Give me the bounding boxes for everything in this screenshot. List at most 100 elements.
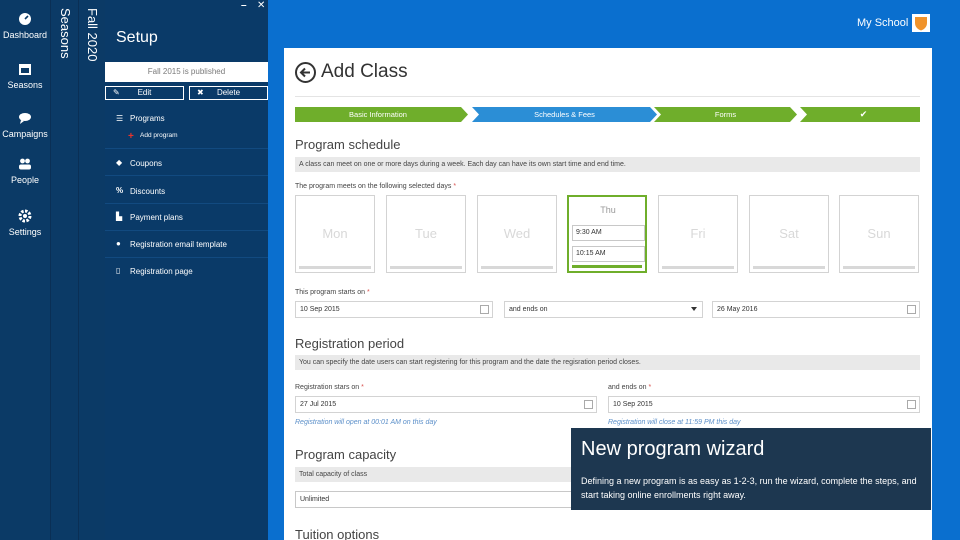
plus-icon: + <box>128 131 134 142</box>
nav-people[interactable]: People <box>0 157 50 185</box>
bookmark-icon: ▯ <box>116 266 121 275</box>
day-sun[interactable]: Sun <box>839 195 919 273</box>
shield-icon <box>915 17 927 31</box>
day-wed-bar <box>481 266 553 269</box>
school-name[interactable]: My School <box>857 17 908 29</box>
day-thu-bar <box>572 265 642 268</box>
setup-title: Setup <box>116 29 158 46</box>
day-fri-bar <box>662 266 734 269</box>
icon-rail: Dashboard Seasons Campaigns People Setti… <box>0 0 50 540</box>
day-tue-bar <box>390 266 462 269</box>
day-mon[interactable]: Mon <box>295 195 375 273</box>
minimize-icon[interactable]: – <box>241 0 247 11</box>
setup-panel: – ✕ Setup Fall 2015 is published ✎ Edit … <box>105 0 268 540</box>
menu-registration-page[interactable]: ▯ Registration page <box>105 258 268 284</box>
fall-column[interactable]: Fall 2020 <box>78 0 105 540</box>
nav-settings[interactable]: Settings <box>0 209 50 237</box>
edit-button[interactable]: ✎ Edit <box>105 86 184 100</box>
people-icon <box>19 158 31 170</box>
wizard-steps: Basic Information Schedules & Fees Forms… <box>295 107 920 122</box>
fall-column-label: Fall 2020 <box>85 8 100 62</box>
edit-button-label: Edit <box>137 88 152 97</box>
x-icon: ✖ <box>197 88 204 97</box>
nav-dashboard-label: Dashboard <box>2 30 48 40</box>
nav-seasons[interactable]: Seasons <box>0 62 50 90</box>
day-fri[interactable]: Fri <box>658 195 738 273</box>
registration-end-date-input[interactable]: 10 Sep 2015 <box>608 396 920 413</box>
percent-icon: % <box>116 186 124 195</box>
delete-button[interactable]: ✖ Delete <box>189 86 268 100</box>
required-marker: * <box>366 289 370 296</box>
day-mon-bar <box>299 266 371 269</box>
program-end-date-input[interactable]: 26 May 2016 <box>712 301 920 318</box>
add-program-link[interactable]: Add program <box>140 132 178 139</box>
seasons-column-label: Seasons <box>58 8 73 59</box>
menu-discounts[interactable]: % Discounts <box>105 176 268 204</box>
registration-ends-label: and ends on * <box>608 384 652 391</box>
tag-icon: ◆ <box>116 158 123 167</box>
nav-campaigns[interactable]: Campaigns <box>0 111 50 139</box>
menu-registration-email[interactable]: ● Registration email template <box>105 231 268 258</box>
required-marker: * <box>361 384 364 391</box>
menu-discounts-label: Discounts <box>130 187 166 196</box>
capacity-input[interactable]: Unlimited <box>295 491 585 508</box>
calendar-icon[interactable] <box>907 400 916 409</box>
required-marker: * <box>648 384 652 391</box>
wizard-tooltip-body: Defining a new program is as easy as 1-2… <box>581 476 917 500</box>
tuition-options-heading: Tuition options <box>295 527 380 540</box>
page-title: Add Class <box>321 61 408 82</box>
program-schedule-note: A class can meet on one or more days dur… <box>295 157 920 172</box>
registration-period-note: You can specify the date users can start… <box>295 355 920 370</box>
calendar-icon[interactable] <box>584 400 593 409</box>
day-tue[interactable]: Tue <box>386 195 466 273</box>
nav-settings-label: Settings <box>8 227 42 237</box>
setup-panel-controls: – ✕ <box>105 0 268 12</box>
menu-programs-label: Programs <box>130 114 165 123</box>
program-start-date-input[interactable]: 10 Sep 2015 <box>295 301 493 318</box>
day-wed-label: Wed <box>503 226 531 241</box>
day-thu[interactable]: Thu 9:30 AM 10:15 AM <box>567 195 647 273</box>
step-schedules-fees[interactable]: Schedules & Fees <box>479 107 650 122</box>
day-fri-label: Fri <box>690 226 706 241</box>
days-label: The program meets on the following selec… <box>295 183 457 190</box>
dashboard-icon <box>19 13 31 25</box>
menu-payment-plans[interactable]: ▙ Payment plans <box>105 204 268 231</box>
program-starts-label: This program starts on * <box>295 289 370 296</box>
menu-programs[interactable]: ☰ Programs + Add program <box>105 112 268 149</box>
gear-icon <box>18 209 32 223</box>
calendar-icon[interactable] <box>907 305 916 314</box>
registration-start-date-input[interactable]: 27 Jul 2015 <box>295 396 597 413</box>
nav-dashboard[interactable]: Dashboard <box>0 12 50 40</box>
nav-campaigns-label: Campaigns <box>2 129 48 139</box>
school-logo[interactable] <box>912 14 930 32</box>
calendar-icon[interactable] <box>480 305 489 314</box>
bank-icon: ▙ <box>116 212 123 221</box>
day-thu-label: Thu <box>600 205 616 215</box>
seasons-column[interactable]: Seasons <box>50 0 78 540</box>
pencil-icon: ✎ <box>113 88 120 97</box>
day-wed[interactable]: Wed <box>477 195 557 273</box>
calendar-icon <box>19 64 31 75</box>
ends-on-select[interactable]: and ends on <box>504 301 703 318</box>
day-mon-label: Mon <box>322 226 348 241</box>
wizard-tooltip-title: New program wizard <box>581 438 765 460</box>
menu-coupons-label: Coupons <box>130 159 163 168</box>
thu-start-time[interactable]: 9:30 AM <box>572 225 645 241</box>
program-schedule-heading: Program schedule <box>295 137 401 152</box>
published-status: Fall 2015 is published <box>105 62 268 82</box>
registration-close-hint: Registration will close at 11:59 PM this… <box>608 419 741 426</box>
day-sat[interactable]: Sat <box>749 195 829 273</box>
chevron-down-icon <box>691 307 697 311</box>
thu-end-time[interactable]: 10:15 AM <box>572 246 645 262</box>
chat-icon <box>19 113 31 124</box>
step-basic-information[interactable]: Basic Information <box>295 107 461 122</box>
wizard-tooltip[interactable]: New program wizard Defining a new progra… <box>571 428 931 510</box>
step-forms[interactable]: Forms <box>661 107 790 122</box>
close-icon[interactable]: ✕ <box>257 0 265 11</box>
day-sun-label: Sun <box>867 226 891 241</box>
step-complete[interactable]: ✔ <box>807 107 920 122</box>
menu-payment-plans-label: Payment plans <box>130 213 183 222</box>
menu-coupons[interactable]: ◆ Coupons <box>105 149 268 176</box>
back-arrow-icon[interactable] <box>295 62 316 83</box>
day-sat-label: Sat <box>779 226 799 241</box>
